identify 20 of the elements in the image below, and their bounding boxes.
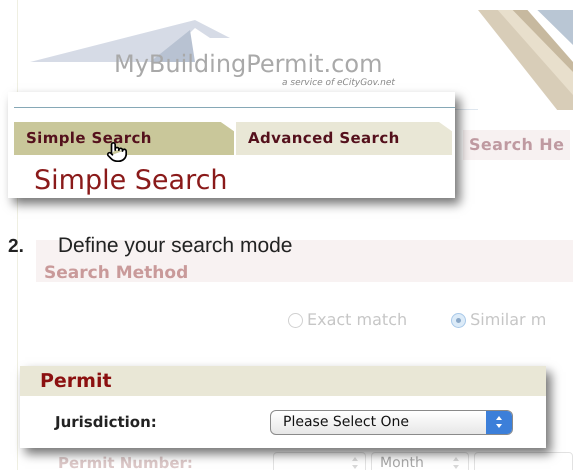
select-field[interactable] <box>474 452 573 470</box>
stepper-icon <box>452 456 460 470</box>
step-instruction: Define your search mode <box>58 233 292 259</box>
radio-button[interactable] <box>288 312 303 328</box>
search-tab[interactable]: Simple Search <box>14 122 234 155</box>
radio-label: Exact match <box>307 309 408 331</box>
section-heading: Permit <box>40 368 112 394</box>
radio-label: Similar m <box>470 309 546 331</box>
step-number: 2. <box>8 235 24 259</box>
logo-wordmark: MyBuildingPermit.com <box>114 50 384 78</box>
search-tab[interactable]: Advanced Search <box>236 122 452 155</box>
field-label: Jurisdiction: <box>55 412 158 433</box>
select-field[interactable] <box>273 452 366 470</box>
stepper-icon <box>351 456 359 470</box>
radio-button[interactable] <box>451 312 466 328</box>
page-heading: Simple Search <box>34 165 228 197</box>
section-heading: Search Method <box>44 263 188 283</box>
logo-tagline: a service of eCityGov.net <box>282 78 396 88</box>
stepper-icon <box>495 415 503 429</box>
jurisdiction-select[interactable]: Please Select One <box>270 410 513 434</box>
